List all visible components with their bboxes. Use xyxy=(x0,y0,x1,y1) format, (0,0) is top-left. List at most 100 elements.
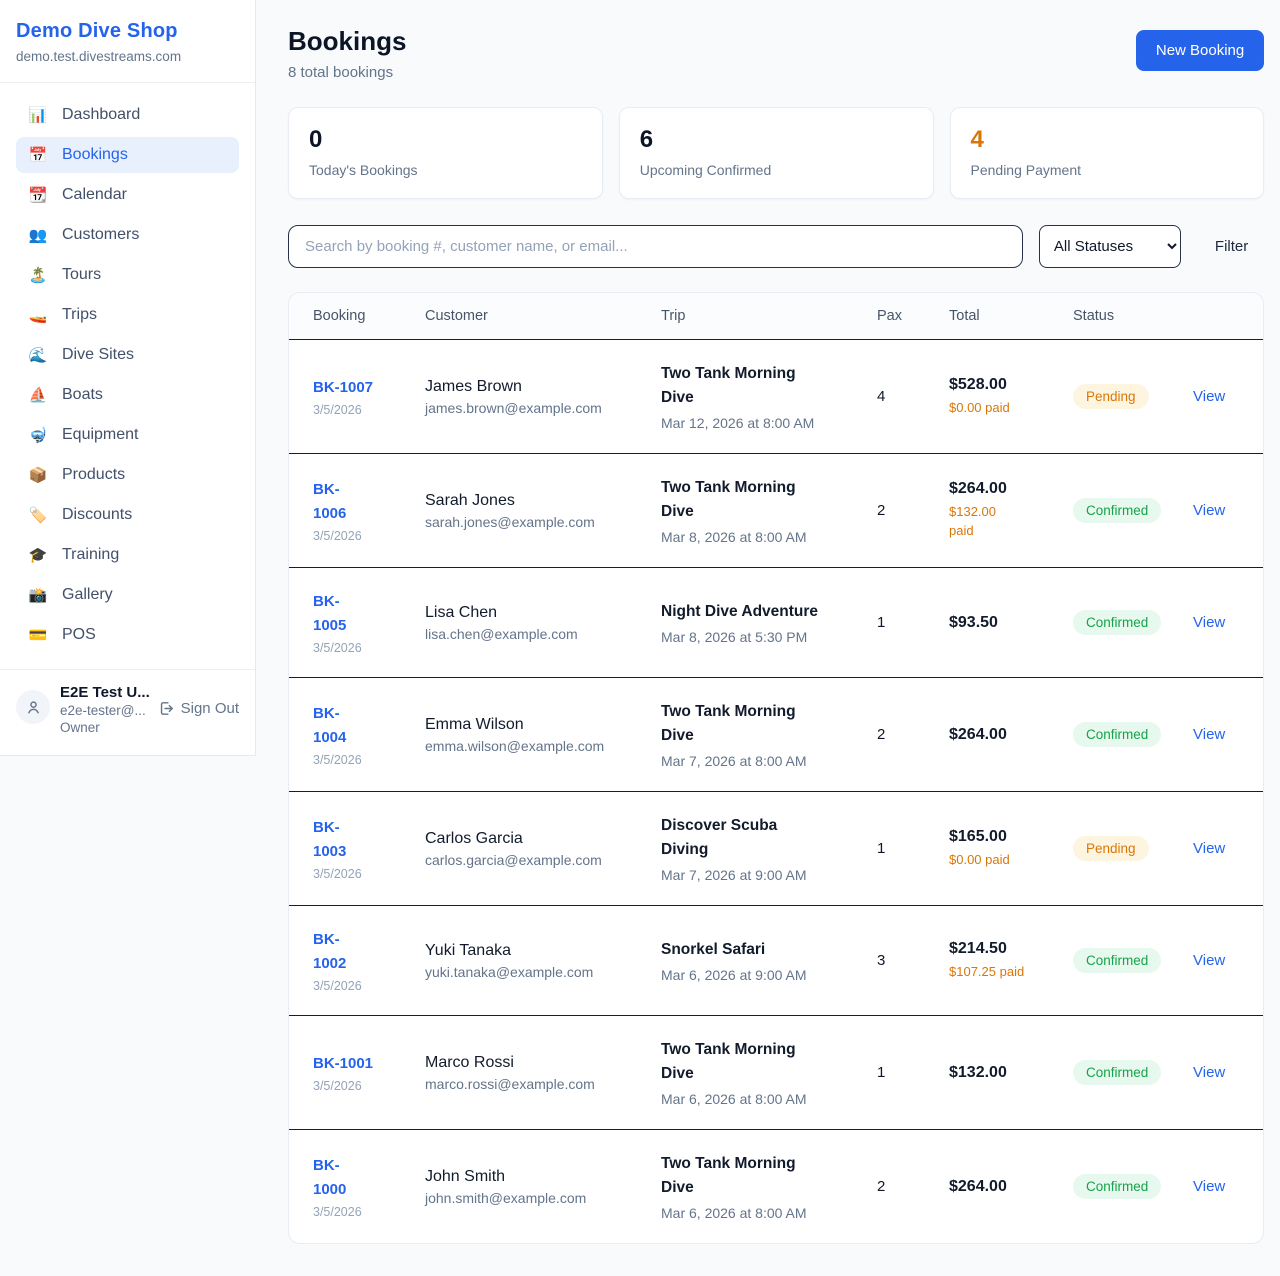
paid-amount: $0.00 paid xyxy=(949,399,1059,418)
bar-chart-icon: 📊 xyxy=(28,106,48,124)
trip-cell: Two Tank Morning Dive Mar 6, 2026 at 8:0… xyxy=(661,1152,877,1221)
sidebar-item-dive-sites[interactable]: 🌊 Dive Sites xyxy=(16,337,239,373)
sidebar-item-products[interactable]: 📦 Products xyxy=(16,457,239,493)
credit-card-icon: 💳 xyxy=(28,626,48,644)
user-role: Owner xyxy=(60,720,148,735)
view-link[interactable]: View xyxy=(1193,840,1225,857)
stat-label: Pending Payment xyxy=(971,162,1244,178)
pax-cell: 1 xyxy=(877,1064,949,1081)
customer-email: lisa.chen@example.com xyxy=(425,626,647,642)
booking-date: 3/5/2026 xyxy=(313,529,411,543)
pax-cell: 4 xyxy=(877,388,949,405)
new-booking-button[interactable]: New Booking xyxy=(1136,30,1264,71)
status-cell: Confirmed xyxy=(1073,610,1193,635)
sidebar-item-customers[interactable]: 👥 Customers xyxy=(16,217,239,253)
sidebar-item-label: Discounts xyxy=(62,506,132,524)
sidebar-item-tours[interactable]: 🏝️ Tours xyxy=(16,257,239,293)
customer-name: Marco Rossi xyxy=(425,1054,647,1072)
status-cell: Confirmed xyxy=(1073,948,1193,973)
stats-row: 0 Today's Bookings 6 Upcoming Confirmed … xyxy=(288,107,1264,199)
view-link[interactable]: View xyxy=(1193,614,1225,631)
pax-cell: 1 xyxy=(877,614,949,631)
pax-cell: 2 xyxy=(877,1178,949,1195)
paid-amount: $0.00 paid xyxy=(949,851,1059,870)
booking-number-link[interactable]: BK-1007 xyxy=(313,376,411,400)
stat-card-upcoming-confirmed: 6 Upcoming Confirmed xyxy=(619,107,934,199)
booking-number-link[interactable]: BK- 1002 xyxy=(313,928,411,976)
trip-cell: Two Tank Morning Dive Mar 8, 2026 at 8:0… xyxy=(661,476,877,545)
view-link[interactable]: View xyxy=(1193,1178,1225,1195)
people-icon: 👥 xyxy=(28,226,48,244)
filter-button[interactable]: Filter xyxy=(1215,238,1248,255)
tear-off-calendar-icon: 📆 xyxy=(28,186,48,204)
status-badge: Confirmed xyxy=(1073,1174,1161,1199)
total-cell: $165.00 $0.00 paid xyxy=(949,828,1073,870)
trip-datetime: Mar 12, 2026 at 8:00 AM xyxy=(661,415,863,431)
trip-cell: Two Tank Morning Dive Mar 6, 2026 at 8:0… xyxy=(661,1038,877,1107)
sidebar-item-bookings[interactable]: 📅 Bookings xyxy=(16,137,239,173)
wave-icon: 🌊 xyxy=(28,346,48,364)
booking-date: 3/5/2026 xyxy=(313,979,411,993)
booking-cell: BK- 1006 3/5/2026 xyxy=(313,478,425,543)
sidebar-item-label: Trips xyxy=(62,306,97,324)
sidebar-item-label: Dive Sites xyxy=(62,346,134,364)
column-header-spacer xyxy=(1193,308,1239,324)
booking-row: BK-1007 3/5/2026 James Brown james.brown… xyxy=(289,340,1263,454)
sidebar-item-boats[interactable]: ⛵ Boats xyxy=(16,377,239,413)
trip-name: Two Tank Morning Dive xyxy=(661,1038,863,1086)
sidebar-item-discounts[interactable]: 🏷️ Discounts xyxy=(16,497,239,533)
stat-label: Upcoming Confirmed xyxy=(640,162,913,178)
total-cell: $264.00 xyxy=(949,726,1073,744)
trip-name: Two Tank Morning Dive xyxy=(661,476,863,524)
booking-number-link[interactable]: BK- 1006 xyxy=(313,478,411,526)
stat-value: 6 xyxy=(640,126,913,154)
customer-name: Yuki Tanaka xyxy=(425,942,647,960)
view-link[interactable]: View xyxy=(1193,502,1225,519)
status-cell: Pending xyxy=(1073,384,1193,409)
user-email: e2e-tester@... xyxy=(60,703,148,718)
booking-date: 3/5/2026 xyxy=(313,1079,411,1093)
sign-out-icon xyxy=(158,700,175,717)
total-amount: $264.00 xyxy=(949,726,1059,744)
customer-name: John Smith xyxy=(425,1168,647,1186)
booking-cell: BK-1007 3/5/2026 xyxy=(313,376,425,417)
sidebar-item-trips[interactable]: 🚤 Trips xyxy=(16,297,239,333)
booking-row: BK- 1004 3/5/2026 Emma Wilson emma.wilso… xyxy=(289,678,1263,792)
total-amount: $264.00 xyxy=(949,1178,1059,1196)
view-link[interactable]: View xyxy=(1193,952,1225,969)
view-link[interactable]: View xyxy=(1193,726,1225,743)
customer-name: James Brown xyxy=(425,378,647,396)
customer-cell: John Smith john.smith@example.com xyxy=(425,1168,661,1206)
search-input[interactable] xyxy=(288,225,1023,268)
sidebar-item-pos[interactable]: 💳 POS xyxy=(16,617,239,653)
sidebar-item-training[interactable]: 🎓 Training xyxy=(16,537,239,573)
customer-name: Lisa Chen xyxy=(425,604,647,622)
sign-out-label: Sign Out xyxy=(181,700,239,717)
booking-number-link[interactable]: BK-1001 xyxy=(313,1052,411,1076)
status-cell: Confirmed xyxy=(1073,722,1193,747)
booking-number-link[interactable]: BK- 1004 xyxy=(313,702,411,750)
view-link[interactable]: View xyxy=(1193,1064,1225,1081)
sidebar-item-label: Tours xyxy=(62,266,101,284)
view-cell: View xyxy=(1193,1064,1239,1082)
sidebar-item-calendar[interactable]: 📆 Calendar xyxy=(16,177,239,213)
booking-number-link[interactable]: BK- 1005 xyxy=(313,590,411,638)
trip-name: Two Tank Morning Dive xyxy=(661,1152,863,1200)
trip-name: Snorkel Safari xyxy=(661,938,863,962)
booking-row: BK- 1006 3/5/2026 Sarah Jones sarah.jone… xyxy=(289,454,1263,568)
trip-cell: Discover Scuba Diving Mar 7, 2026 at 9:0… xyxy=(661,814,877,883)
sidebar-item-gallery[interactable]: 📸 Gallery xyxy=(16,577,239,613)
sidebar-item-equipment[interactable]: 🤿 Equipment xyxy=(16,417,239,453)
column-header-booking: Booking xyxy=(313,308,425,324)
status-select[interactable]: All Statuses xyxy=(1039,225,1181,268)
trip-datetime: Mar 8, 2026 at 8:00 AM xyxy=(661,529,863,545)
booking-number-link[interactable]: BK- 1003 xyxy=(313,816,411,864)
sidebar-item-dashboard[interactable]: 📊 Dashboard xyxy=(16,97,239,133)
view-link[interactable]: View xyxy=(1193,388,1225,405)
sign-out-button[interactable]: Sign Out xyxy=(158,700,239,717)
customer-email: john.smith@example.com xyxy=(425,1190,647,1206)
customer-email: marco.rossi@example.com xyxy=(425,1076,647,1092)
booking-row: BK- 1005 3/5/2026 Lisa Chen lisa.chen@ex… xyxy=(289,568,1263,678)
booking-number-link[interactable]: BK- 1000 xyxy=(313,1154,411,1202)
total-amount: $93.50 xyxy=(949,614,1059,632)
